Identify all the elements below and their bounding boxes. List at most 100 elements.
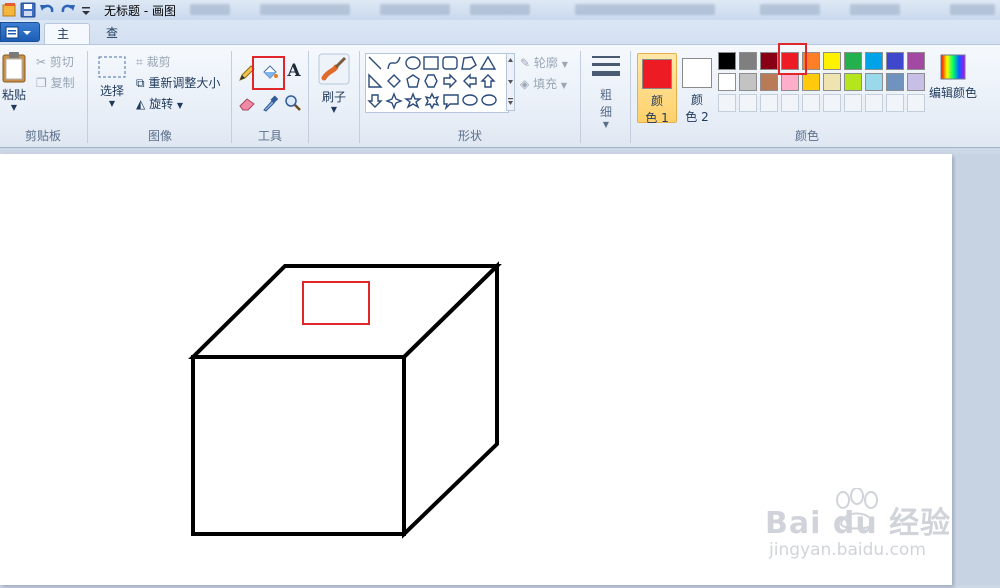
outline-button[interactable]: ✎ 轮廓 ▼ — [520, 54, 568, 71]
curve-shape-icon — [387, 56, 401, 70]
watermark-url: jingyan.baidu.com — [769, 540, 926, 560]
paste-dropdown-arrow-icon: ▼ — [10, 103, 18, 112]
blurred-background-text — [380, 4, 450, 15]
save-icon[interactable] — [20, 2, 36, 18]
paste-button[interactable]: 粘贴 ▼ — [0, 51, 28, 121]
paint-menu-button[interactable] — [0, 22, 40, 42]
blurred-background-text — [470, 4, 530, 15]
shapes-gallery-scrollbar[interactable] — [506, 53, 515, 111]
rotate-button[interactable]: ◭ 旋转 ▼ — [136, 95, 183, 112]
up-arrow-shape-icon — [480, 74, 496, 88]
group-separator — [231, 51, 232, 143]
crop-label: 裁剪 — [146, 55, 171, 69]
image-group: 选择 ▼ ⌗ 裁剪 ⧉ 重新调整大小 ◭ 旋转 ▼ 图像 — [90, 45, 230, 147]
cut-button[interactable]: ✂ 剪切 — [36, 53, 74, 70]
size-group: 粗 细 ▼ — [583, 45, 629, 147]
magnifier-icon[interactable] — [283, 93, 303, 113]
five-point-star-shape-icon — [403, 92, 423, 109]
size-button[interactable]: 粗 细 ▼ — [587, 53, 625, 129]
cube-front-face — [191, 355, 406, 536]
undo-icon[interactable] — [39, 2, 55, 18]
color-swatch[interactable] — [760, 73, 778, 91]
color-swatch[interactable] — [907, 73, 925, 91]
tools-group: A 工具 — [233, 45, 307, 147]
clipboard-group: 粘贴 ▼ ✂ 剪切 ❐ 复制 剪贴板 — [0, 45, 86, 147]
oval-shape-icon — [405, 56, 421, 70]
four-point-star-shape-icon — [385, 92, 403, 110]
color-swatch[interactable] — [781, 52, 799, 70]
diamond-shape-icon — [387, 74, 401, 88]
custom-color-slot[interactable] — [823, 94, 841, 112]
right-arrow-shape-icon — [443, 73, 457, 89]
color-swatch[interactable] — [760, 52, 778, 70]
fill-bucket-icon: ◈ — [520, 77, 530, 91]
edit-colors-button[interactable]: 编辑颜色 — [928, 53, 978, 101]
color-1-button[interactable]: 颜 色 1 — [637, 53, 677, 125]
copy-button[interactable]: ❐ 复制 — [36, 74, 75, 91]
color-2-button[interactable]: 颜 色 2 — [677, 53, 717, 124]
text-tool-icon[interactable]: A — [284, 61, 304, 81]
tools-group-label: 工具 — [257, 129, 282, 143]
fill-button[interactable]: ◈ 填充 ▼ — [520, 75, 567, 92]
custom-color-slot[interactable] — [739, 94, 757, 112]
paint-app-icon — [2, 3, 16, 17]
group-separator — [308, 51, 309, 143]
pencil-icon[interactable] — [237, 63, 257, 83]
color-swatch[interactable] — [739, 52, 757, 70]
select-button[interactable]: 选择 ▼ — [95, 55, 129, 108]
shapes-gallery — [365, 53, 509, 113]
polygon-shape-icon — [461, 56, 477, 70]
paste-label: 粘贴 — [1, 88, 26, 102]
color-swatch[interactable] — [823, 52, 841, 70]
color-swatch[interactable] — [802, 73, 820, 91]
custom-color-slot[interactable] — [802, 94, 820, 112]
eraser-icon[interactable] — [237, 93, 257, 113]
fill-with-color-icon[interactable] — [260, 63, 280, 83]
custom-color-slot[interactable] — [781, 94, 799, 112]
color-swatch[interactable] — [823, 73, 841, 91]
color-swatch[interactable] — [865, 73, 883, 91]
color-swatch[interactable] — [844, 73, 862, 91]
crop-icon: ⌗ — [136, 55, 143, 69]
outline-label: 轮廓 — [533, 56, 558, 70]
rounded-callout-shape-icon — [443, 94, 459, 111]
color-swatch[interactable] — [718, 73, 736, 91]
rounded-rectangle-shape-icon — [442, 56, 458, 70]
watermark-brand: Bai du 经验 — [765, 506, 952, 541]
tab-view[interactable]: 查看 — [94, 23, 140, 60]
custom-color-slot[interactable] — [718, 94, 736, 112]
custom-color-slot[interactable] — [886, 94, 904, 112]
color-swatch[interactable] — [886, 73, 904, 91]
fill-target-highlight — [302, 281, 370, 325]
outline-dropdown-arrow-icon: ▼ — [561, 60, 568, 69]
resize-button[interactable]: ⧉ 重新调整大小 — [136, 74, 220, 91]
color-swatch[interactable] — [865, 52, 883, 70]
color-swatch[interactable] — [718, 52, 736, 70]
color-swatch[interactable] — [907, 52, 925, 70]
color-swatch[interactable] — [886, 52, 904, 70]
selection-rectangle-icon — [98, 56, 126, 78]
color-swatch[interactable] — [781, 73, 799, 91]
scroll-arrows-icon — [508, 58, 513, 105]
custom-color-slot[interactable] — [907, 94, 925, 112]
custom-color-slot[interactable] — [865, 94, 883, 112]
brushes-button[interactable]: 刷子 ▼ — [315, 53, 353, 114]
redo-icon[interactable] — [60, 2, 76, 18]
window-title: 无标题 - 画图 — [104, 4, 176, 18]
color-1-label-bottom: 色 1 — [645, 111, 669, 125]
brush-icon — [318, 53, 350, 85]
custom-color-slot[interactable] — [760, 94, 778, 112]
color-swatch[interactable] — [802, 52, 820, 70]
color-spectrum-icon — [940, 54, 966, 80]
color-swatch[interactable] — [844, 52, 862, 70]
color-1-swatch — [642, 59, 672, 89]
custom-color-slot[interactable] — [844, 94, 862, 112]
color-picker-icon[interactable] — [260, 93, 280, 113]
tab-home[interactable]: 主页 — [44, 23, 90, 61]
customize-quick-access-icon[interactable] — [80, 2, 92, 18]
color-1-label-top: 颜 — [650, 94, 663, 108]
color-swatch[interactable] — [739, 73, 757, 91]
fill-dropdown-arrow-icon: ▼ — [560, 81, 568, 90]
size-label-top: 粗 — [599, 88, 612, 102]
crop-button[interactable]: ⌗ 裁剪 — [136, 53, 171, 70]
